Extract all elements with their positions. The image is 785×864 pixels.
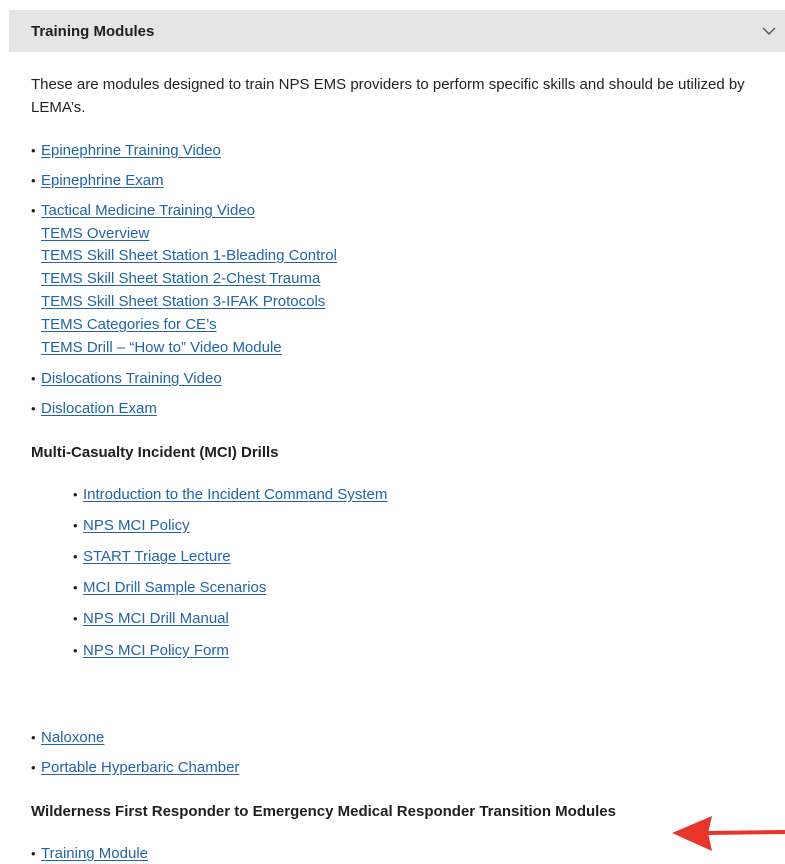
bullet-icon: • bbox=[31, 401, 36, 416]
bullet-icon: • bbox=[31, 371, 36, 386]
bullet-icon: • bbox=[73, 518, 78, 533]
link-training-module[interactable]: Training Module bbox=[41, 845, 148, 862]
link-naloxone[interactable]: Naloxone bbox=[41, 729, 104, 746]
list-item: TEMS Drill – “How to” Video Module bbox=[41, 337, 282, 358]
accordion-title: Training Modules bbox=[31, 22, 155, 40]
link-nps-mci-drill-manual[interactable]: NPS MCI Drill Manual bbox=[83, 610, 229, 627]
list-item: • Introduction to the Incident Command Sy… bbox=[73, 484, 387, 505]
link-tems-skill-sheet-station-1[interactable]: TEMS Skill Sheet Station 1-Bleading Cont… bbox=[41, 247, 337, 264]
bullet-icon: • bbox=[73, 580, 78, 595]
link-epinephrine-exam[interactable]: Epinephrine Exam bbox=[41, 172, 164, 189]
link-dislocations-training-video[interactable]: Dislocations Training Video bbox=[41, 370, 222, 387]
list-item: TEMS Skill Sheet Station 1-Bleading Cont… bbox=[41, 245, 337, 266]
list-item: • Dislocation Exam bbox=[31, 398, 157, 419]
link-tems-drill-how-to-video[interactable]: TEMS Drill – “How to” Video Module bbox=[41, 339, 282, 356]
list-item: • NPS MCI Policy Form bbox=[73, 640, 229, 661]
list-item: • NPS MCI Drill Manual bbox=[73, 608, 229, 629]
link-tems-categories-for-ces[interactable]: TEMS Categories for CE’s bbox=[41, 316, 217, 333]
bullet-icon: • bbox=[73, 549, 78, 564]
link-epinephrine-training-video[interactable]: Epinephrine Training Video bbox=[41, 142, 221, 159]
link-tems-skill-sheet-station-3[interactable]: TEMS Skill Sheet Station 3-IFAK Protocol… bbox=[41, 293, 325, 310]
link-portable-hyperbaric-chamber[interactable]: Portable Hyperbaric Chamber bbox=[41, 759, 239, 776]
chevron-down-icon[interactable] bbox=[761, 23, 777, 39]
list-item: • Tactical Medicine Training Video bbox=[31, 200, 255, 221]
section-heading-mci: Multi-Casualty Incident (MCI) Drills bbox=[31, 444, 279, 461]
bullet-icon: • bbox=[31, 173, 36, 188]
accordion-content: These are modules designed to train NPS … bbox=[31, 73, 751, 119]
red-arrow-annotation-icon bbox=[672, 814, 785, 859]
link-nps-mci-policy-form[interactable]: NPS MCI Policy Form bbox=[83, 642, 229, 659]
link-tems-overview[interactable]: TEMS Overview bbox=[41, 225, 149, 242]
list-item: • NPS MCI Policy bbox=[73, 515, 190, 536]
list-item: • Dislocations Training Video bbox=[31, 368, 222, 389]
list-item: TEMS Skill Sheet Station 3-IFAK Protocol… bbox=[41, 291, 325, 312]
link-nps-mci-policy[interactable]: NPS MCI Policy bbox=[83, 517, 190, 534]
bullet-icon: • bbox=[73, 643, 78, 658]
bullet-icon: • bbox=[31, 203, 36, 218]
list-item: • Portable Hyperbaric Chamber bbox=[31, 757, 239, 778]
list-item: • MCI Drill Sample Scenarios bbox=[73, 577, 266, 598]
bullet-icon: • bbox=[73, 487, 78, 502]
list-item: TEMS Overview bbox=[41, 223, 149, 244]
bullet-icon: • bbox=[31, 730, 36, 745]
link-start-triage-lecture[interactable]: START Triage Lecture bbox=[83, 548, 231, 565]
link-tactical-medicine-training-video[interactable]: Tactical Medicine Training Video bbox=[41, 202, 255, 219]
bullet-icon: • bbox=[31, 143, 36, 158]
list-item: • Naloxone bbox=[31, 727, 104, 748]
link-intro-incident-command-system[interactable]: Introduction to the Incident Command Sys… bbox=[83, 486, 387, 503]
accordion-header-training-modules[interactable]: Training Modules bbox=[9, 10, 785, 52]
section-heading-wfr: Wilderness First Responder to Emergency … bbox=[31, 803, 616, 820]
bullet-icon: • bbox=[73, 611, 78, 626]
list-item: • Epinephrine Training Video bbox=[31, 140, 221, 161]
list-item: TEMS Skill Sheet Station 2-Chest Trauma bbox=[41, 268, 320, 289]
list-item: • START Triage Lecture bbox=[73, 546, 231, 567]
link-mci-drill-sample-scenarios[interactable]: MCI Drill Sample Scenarios bbox=[83, 579, 266, 596]
link-dislocation-exam[interactable]: Dislocation Exam bbox=[41, 400, 157, 417]
bullet-icon: • bbox=[31, 760, 36, 775]
intro-text: These are modules designed to train NPS … bbox=[31, 76, 745, 116]
list-item: TEMS Categories for CE’s bbox=[41, 314, 217, 335]
list-item: • Epinephrine Exam bbox=[31, 170, 164, 191]
link-tems-skill-sheet-station-2[interactable]: TEMS Skill Sheet Station 2-Chest Trauma bbox=[41, 270, 320, 287]
